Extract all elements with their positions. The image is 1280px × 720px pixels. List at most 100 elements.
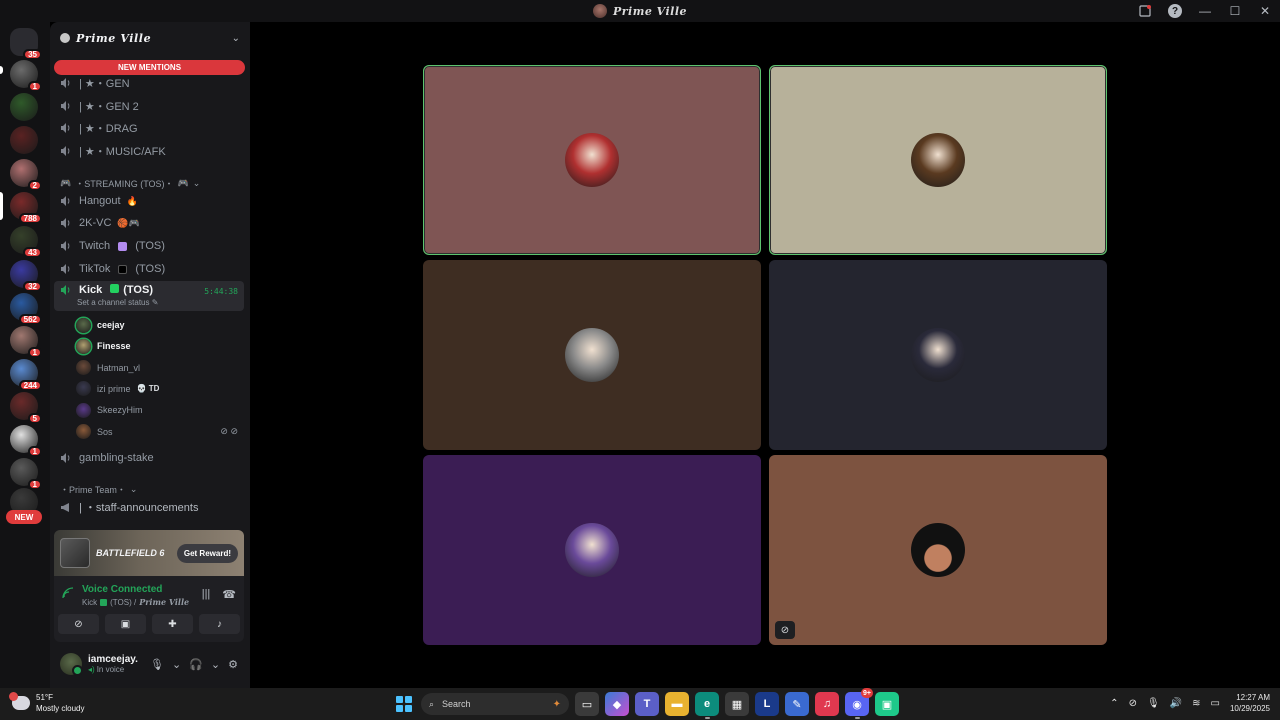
speaker-icon	[59, 452, 73, 464]
channel-label: | ★・GEN 2	[79, 101, 139, 113]
voice-user-row[interactable]: Hatman_vl	[76, 358, 244, 378]
server-icon-server-4[interactable]	[10, 126, 38, 154]
app-icon[interactable]: ▣	[875, 692, 899, 716]
tile-izi-prime[interactable]	[769, 260, 1107, 450]
avatar	[76, 317, 91, 333]
promo-banner[interactable]: BATTLEFIELD 6 Get Reward!	[54, 530, 244, 576]
battery-icon[interactable]: ▭	[1211, 698, 1220, 709]
channel-hangout[interactable]: Hangout 🔥	[54, 191, 244, 211]
category-prime-team[interactable]: ・Prime Team・ ⌄	[60, 483, 137, 496]
avatar[interactable]	[60, 653, 83, 676]
task-view-icon[interactable]: ▭	[575, 692, 599, 716]
weather-desc: Mostly cloudy	[36, 704, 85, 713]
voice-user-name: Sos	[97, 426, 113, 437]
pen-app-icon[interactable]: ✎	[785, 692, 809, 716]
server-icon-server-5[interactable]: 2	[10, 159, 42, 191]
minimize-button[interactable]: —	[1190, 0, 1220, 22]
voice-user-row[interactable]: SkeezyHim	[76, 400, 244, 420]
activities-button[interactable]: ✚	[152, 614, 193, 634]
channel-kick[interactable]: Kick (TOS) 5:44:38 Set a channel status …	[54, 281, 244, 311]
voice-user-row[interactable]: Finesse	[76, 336, 244, 356]
server-icon-discord-home[interactable]: 35	[10, 28, 42, 60]
disconnect-icon[interactable]: ☎	[222, 588, 236, 601]
server-icon-server-9[interactable]: 562	[10, 293, 42, 325]
discord-icon[interactable]: ◉ 9+	[845, 688, 873, 719]
channel-2k-vc[interactable]: 2K-VC 🏀🎮	[54, 213, 244, 233]
server-icon-server-11[interactable]: 244	[10, 359, 42, 391]
channel-gambling-stake[interactable]: gambling-stake	[54, 448, 244, 468]
tile-ceejay[interactable]	[423, 65, 761, 255]
voice-channel-info[interactable]: Kick (TOS) / Prime Ville	[82, 597, 189, 607]
copilot-icon[interactable]: ◆	[605, 692, 629, 716]
edge-icon[interactable]: e	[695, 692, 719, 719]
server-icon-server-12[interactable]: 5	[10, 392, 42, 424]
game-thumbnail	[60, 538, 90, 568]
server-icon-prime-ville[interactable]: 788	[10, 192, 42, 224]
headphones-icon[interactable]: 🎧	[189, 658, 203, 671]
channel-tiktok[interactable]: TikTok (TOS)	[54, 259, 244, 279]
file-explorer-icon[interactable]: ▬	[665, 692, 689, 716]
camera-button[interactable]: ⊘	[58, 614, 99, 634]
camera-off-icon[interactable]: ⊘	[1129, 698, 1137, 709]
store-icon[interactable]: ▦	[725, 692, 749, 716]
weather-widget[interactable]: 51°F Mostly cloudy	[9, 692, 85, 714]
maximize-button[interactable]: ☐	[1220, 0, 1250, 22]
server-icon-server-10[interactable]: 1	[10, 326, 42, 358]
voice-user-row[interactable]: Sos ⊘ ⊘	[76, 422, 244, 442]
channel-gen-2[interactable]: | ★・GEN 2	[54, 96, 244, 116]
server-icon-server-2[interactable]: 1	[10, 60, 42, 92]
l-app-icon[interactable]: L	[755, 692, 779, 716]
microphone-icon[interactable]: 🎙	[150, 658, 164, 671]
voice-user-row[interactable]: izi prime 💀 TD	[76, 379, 244, 399]
get-reward-button[interactable]: Get Reward!	[176, 543, 238, 563]
channel-gen[interactable]: | ★・GEN	[54, 73, 244, 93]
channel-status-input[interactable]: Set a channel status ✎	[77, 298, 158, 307]
teams-icon[interactable]: T	[635, 692, 659, 716]
search-box[interactable]: ⌕ Search ✦	[421, 693, 569, 715]
inbox-icon[interactable]	[1130, 0, 1160, 22]
channel-label: | ★・DRAG	[79, 123, 138, 135]
server-icon-server-7[interactable]: 43	[10, 226, 42, 258]
close-button[interactable]: ✕	[1250, 0, 1280, 22]
chevron-down-icon: ⌄	[192, 178, 201, 188]
category-streaming[interactable]: 🎮 ・STREAMING (TOS)・ 🎮 ⌄	[60, 177, 200, 190]
voice-user-row[interactable]: ceejay	[76, 315, 244, 335]
server-icon-server-8[interactable]: 32	[10, 260, 42, 292]
channel-twitch[interactable]: Twitch (TOS)	[54, 236, 244, 256]
server-icon-server-3[interactable]	[10, 93, 38, 121]
start-button[interactable]	[393, 693, 415, 715]
signal-icon[interactable]	[62, 587, 74, 602]
channel-music-afk[interactable]: | ★・MUSIC/AFK	[54, 141, 244, 161]
noise-suppression-icon[interactable]: |||	[202, 588, 211, 601]
music-icon[interactable]: ♫	[815, 692, 839, 716]
tile-hatman[interactable]	[423, 260, 761, 450]
channel-drag[interactable]: | ★・DRAG	[54, 118, 244, 138]
chevron-up-icon[interactable]: ⌃	[1110, 698, 1118, 709]
microphone-icon[interactable]: 🎙	[1147, 698, 1160, 709]
gear-icon[interactable]: ⚙	[228, 658, 238, 671]
guild-header[interactable]: Prime Ville ⌄	[50, 22, 250, 54]
tile-skeezyhim[interactable]	[423, 455, 761, 645]
volume-icon[interactable]: 🔊	[1170, 698, 1182, 709]
call-timer: 5:44:38	[204, 287, 238, 296]
chevron-down-icon[interactable]: ⌄	[211, 658, 220, 671]
tile-finesse[interactable]	[769, 65, 1107, 255]
chevron-down-icon[interactable]: ⌄	[172, 658, 181, 671]
speaker-icon	[59, 100, 73, 112]
channel-label: Hangout	[79, 195, 121, 207]
voice-stage: ⊘	[250, 22, 1280, 688]
help-button[interactable]: ?	[1160, 0, 1190, 22]
server-icon-server-14[interactable]: 1	[10, 458, 42, 490]
voice-status[interactable]: Voice Connected	[82, 584, 189, 595]
voice-user-name: Hatman_vl	[97, 362, 141, 373]
soundboard-button[interactable]: ♪	[199, 614, 240, 634]
speaker-icon	[59, 122, 73, 134]
clock[interactable]: 12:27 AM 10/29/2025	[1230, 692, 1270, 714]
server-icon-server-13[interactable]: 1	[10, 425, 42, 457]
user-panel[interactable]: iamceejay. ◂) In voice 🎙 ⌄ 🎧 ⌄ ⚙	[54, 646, 244, 682]
wifi-icon[interactable]: ≋	[1192, 698, 1200, 709]
mention-badge: 1	[27, 446, 42, 457]
tile-sos[interactable]: ⊘	[769, 455, 1107, 645]
screen-share-button[interactable]: ▣	[105, 614, 146, 634]
channel-staff-announcements[interactable]: | ・staff-announcements	[54, 497, 244, 517]
